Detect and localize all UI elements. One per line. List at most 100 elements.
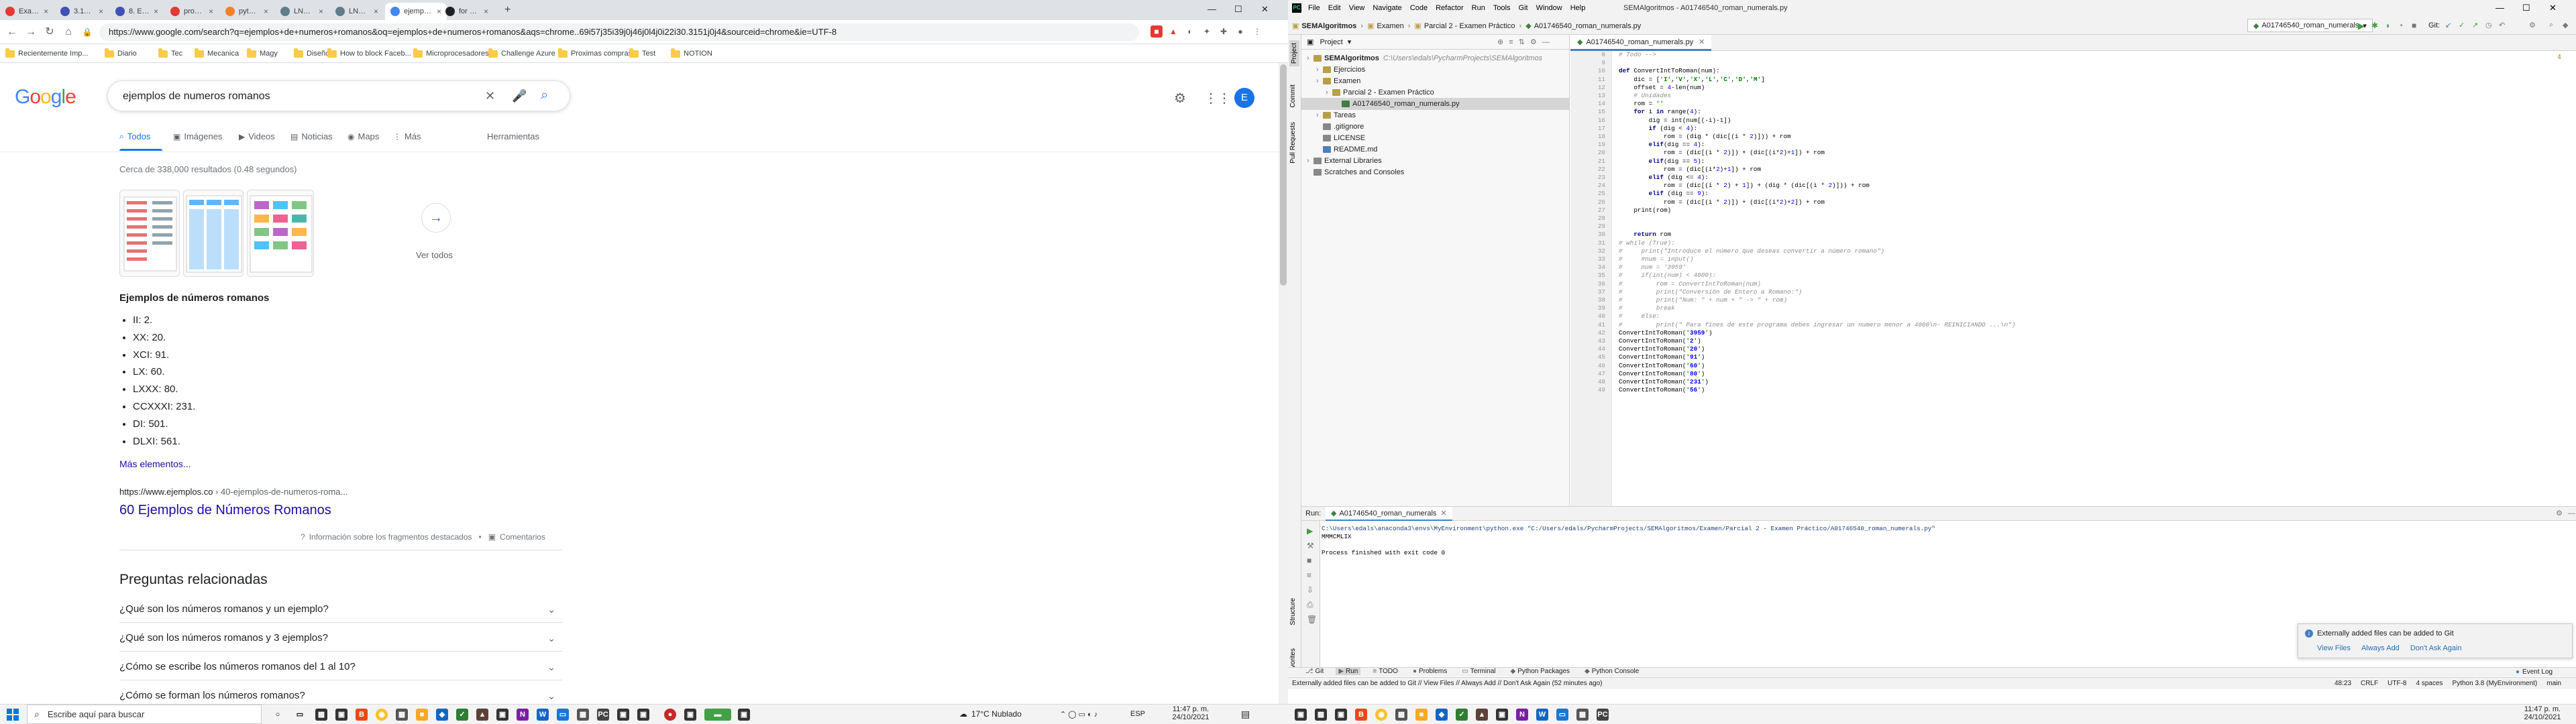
- breadcrumb-item[interactable]: Examen: [1377, 22, 1403, 30]
- related-question[interactable]: ¿Qué son los números romanos y un ejempl…: [119, 596, 562, 623]
- chevron-down-icon[interactable]: ▾: [1348, 38, 1352, 46]
- close-icon[interactable]: ×: [264, 7, 268, 16]
- related-question[interactable]: ¿Qué son los números romanos y 3 ejemplo…: [119, 625, 562, 652]
- more-items-link[interactable]: Más elementos...: [119, 459, 191, 469]
- apps-grid-icon[interactable]: ⋮⋮: [1204, 90, 1231, 107]
- status-message[interactable]: Externally added files can be added to G…: [1292, 678, 1603, 689]
- home-icon[interactable]: ⌂: [62, 25, 75, 39]
- url-input[interactable]: https://www.google.com/search?q=ejemplos…: [99, 23, 1139, 41]
- app-icon[interactable]: ▦: [1576, 709, 1589, 721]
- chrome-tab[interactable]: Examen - codigo ×: [0, 3, 54, 20]
- run-tab[interactable]: ◆ A01746540_roman_numerals ✕: [1326, 507, 1452, 521]
- app-icon[interactable]: ▣: [617, 709, 629, 721]
- rollback-icon[interactable]: ↶: [2499, 21, 2505, 29]
- notifications-icon[interactable]: ▤: [1241, 709, 1250, 720]
- pycharm-icon[interactable]: PC: [597, 709, 609, 721]
- app-icon[interactable]: ▦: [396, 709, 408, 721]
- menu-item[interactable]: Tools: [1493, 4, 1511, 12]
- notification-balloon[interactable]: i Externally added files can be added to…: [2298, 623, 2573, 658]
- breadcrumb-item[interactable]: SEMAlgoritmos: [1301, 22, 1356, 30]
- chrome-tab[interactable]: python — Programa básico ×: [220, 3, 274, 20]
- result-title-link[interactable]: 60 Ejemplos de Números Romanos: [119, 503, 331, 518]
- bottom-tool-tab[interactable]: ▭ Terminal: [1459, 668, 1498, 675]
- extension-icon[interactable]: ✦: [1201, 25, 1213, 38]
- stop-icon[interactable]: ■: [2412, 21, 2416, 30]
- breadcrumb-item[interactable]: A01746540_roman_numerals.py: [1534, 22, 1642, 30]
- maximize-icon[interactable]: ☐: [2522, 3, 2530, 13]
- brave-icon[interactable]: B: [1355, 709, 1367, 721]
- tree-node[interactable]: Scratches and Consoles: [1301, 166, 1569, 178]
- maximize-icon[interactable]: ☐: [1234, 4, 1242, 15]
- chrome-icon[interactable]: ◉: [1375, 709, 1387, 721]
- taskbar-search[interactable]: ⌕ Escribe aquí para buscar: [27, 705, 262, 724]
- bottom-tool-tab[interactable]: ▶ Run: [1336, 668, 1361, 675]
- git-commit-icon[interactable]: ✓: [2459, 21, 2465, 29]
- app-icon[interactable]: ✓: [1456, 709, 1468, 721]
- profile-icon[interactable]: ◔: [2398, 21, 2403, 30]
- menu-item[interactable]: Edit: [1328, 4, 1341, 12]
- app-icon[interactable]: ▭: [1556, 709, 1568, 721]
- panel-toolbar-icons[interactable]: ⊕≡⇅⚙—: [1497, 35, 1555, 50]
- app-icon[interactable]: ▦: [577, 709, 589, 721]
- menu-item[interactable]: Code: [1410, 4, 1428, 12]
- chrome-tab[interactable]: 3.11. Tipo diccionarios — Py ×: [55, 3, 109, 20]
- search-icon[interactable]: ⌕: [541, 88, 548, 103]
- app-icon[interactable]: ▬: [704, 709, 731, 721]
- search-tab[interactable]: ◉ Maps: [347, 131, 379, 141]
- scrollbar-thumb[interactable]: [1280, 64, 1287, 286]
- image-result-thumb[interactable]: [247, 190, 314, 277]
- git-push-icon[interactable]: ↗: [2472, 21, 2478, 29]
- bookmark-item[interactable]: Challenge Azure: [488, 48, 555, 60]
- jetbrains-icon[interactable]: ◆: [2563, 21, 2568, 29]
- close-icon[interactable]: ×: [44, 7, 48, 16]
- reload-icon[interactable]: ↻: [43, 25, 56, 39]
- menu-item[interactable]: Window: [1536, 4, 1562, 12]
- menu-item[interactable]: Refactor: [1436, 4, 1464, 12]
- tree-node[interactable]: › Tareas: [1301, 109, 1569, 121]
- close-icon[interactable]: ×: [319, 7, 323, 16]
- clear-icon[interactable]: ✕: [485, 89, 495, 103]
- rerun-icon[interactable]: ▶: [1307, 526, 1313, 536]
- hide-icon[interactable]: —: [2568, 507, 2575, 520]
- chrome-tab[interactable]: LNKs.png (509×322) ×: [275, 3, 329, 20]
- bottom-tool-tab[interactable]: ≡ TODO: [1370, 668, 1401, 675]
- wrench-icon[interactable]: ⚒: [1307, 541, 1314, 550]
- bottom-tool-tab[interactable]: ◆ Python Packages: [1507, 668, 1572, 675]
- app-icon[interactable]: ▲: [476, 709, 488, 721]
- tree-node[interactable]: › Parcial 2 - Examen Práctico: [1301, 86, 1569, 99]
- code-editor[interactable]: # Todo --> def ConvertIntToRoman(num): di…: [1619, 51, 2558, 506]
- tool-tab-commit[interactable]: Commit: [1289, 84, 1297, 107]
- gear-icon[interactable]: ⚙: [2556, 507, 2563, 520]
- bookmark-item[interactable]: NOTION: [671, 48, 712, 60]
- menu-item[interactable]: Run: [1472, 4, 1485, 12]
- app-icon[interactable]: ▲: [1476, 709, 1488, 721]
- tree-node[interactable]: › Examen: [1301, 75, 1569, 87]
- run-config-select[interactable]: ◆ A01746540_roman_numerals ▾: [2247, 19, 2373, 32]
- chrome-menu-icon[interactable]: ⋮: [1251, 25, 1263, 38]
- avatar[interactable]: E: [1234, 88, 1254, 108]
- app-icon[interactable]: ▣: [684, 709, 696, 721]
- bottom-tool-tab[interactable]: ● Problems: [1410, 668, 1450, 675]
- bookmark-item[interactable]: Proximas compras: [558, 48, 632, 60]
- minimize-icon[interactable]: —: [1208, 4, 1216, 14]
- status-item[interactable]: 4 spaces: [2416, 678, 2443, 689]
- search-tab[interactable]: Herramientas: [487, 131, 539, 141]
- close-icon[interactable]: ✕: [1440, 507, 1446, 520]
- see-all-arrow-icon[interactable]: →: [421, 203, 451, 233]
- bookmark-item[interactable]: Tec: [158, 48, 182, 60]
- bottom-tool-tab[interactable]: ◆ Python Console: [1582, 668, 1642, 675]
- extensions-puzzle-icon[interactable]: ✚: [1218, 25, 1230, 38]
- view-files-link[interactable]: View Files: [2317, 644, 2351, 652]
- app-icon[interactable]: ▭: [557, 709, 569, 721]
- chrome-tab[interactable]: 8. Errors and Exceptions — ×: [110, 3, 164, 20]
- gear-icon[interactable]: ⚙: [1174, 90, 1186, 107]
- run-icon[interactable]: ▶: [2358, 21, 2365, 32]
- scroll-end-icon[interactable]: ⇩: [1307, 585, 1313, 595]
- app-icon[interactable]: ✓: [456, 709, 468, 721]
- close-icon[interactable]: ×: [154, 7, 158, 16]
- stop-icon[interactable]: ■: [1307, 556, 1311, 565]
- breadcrumb-item[interactable]: Parcial 2 - Examen Práctico: [1424, 22, 1515, 30]
- soft-wrap-icon[interactable]: ≡: [1307, 570, 1311, 580]
- tree-node[interactable]: › External Libraries: [1301, 155, 1569, 167]
- app-icon[interactable]: ▦: [1315, 709, 1327, 721]
